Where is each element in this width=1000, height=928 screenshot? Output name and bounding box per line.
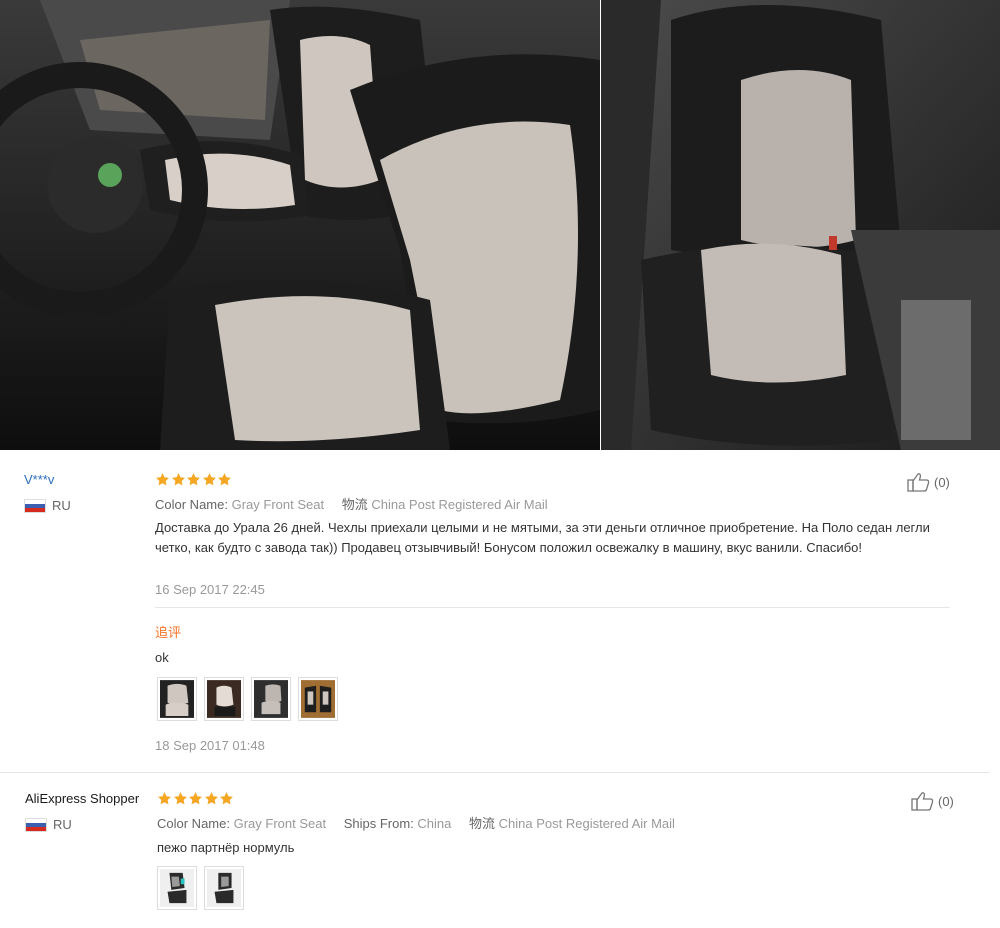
star-rating	[155, 472, 233, 487]
star-rating	[157, 791, 235, 806]
country-code: RU	[52, 498, 71, 513]
star-icon	[157, 791, 172, 806]
attr-logistics: 物流 China Post Registered Air Mail	[469, 816, 675, 831]
thumbs-up-icon	[907, 473, 930, 492]
helpful-button[interactable]: (0)	[911, 791, 954, 811]
review-image-thumb[interactable]	[157, 866, 197, 910]
followup-divider	[155, 607, 950, 608]
car-seat-photo-left[interactable]	[0, 0, 600, 450]
review-image-thumb[interactable]	[157, 677, 197, 721]
followup-images	[157, 677, 345, 721]
review-divider	[0, 772, 990, 773]
attr-color: Color Name: Gray Front Seat	[155, 497, 325, 512]
car-seat-photo-right[interactable]	[601, 0, 1000, 450]
russia-flag-icon	[25, 817, 47, 832]
review-image-thumb[interactable]	[204, 866, 244, 910]
star-icon	[188, 791, 203, 806]
review-image-thumb[interactable]	[251, 677, 291, 721]
star-icon	[155, 472, 170, 487]
star-icon	[202, 472, 217, 487]
star-icon	[219, 791, 234, 806]
thumbs-up-icon	[911, 792, 934, 811]
review-images	[157, 866, 251, 910]
star-icon	[173, 791, 188, 806]
helpful-button[interactable]: (0)	[907, 472, 950, 492]
star-icon	[171, 472, 186, 487]
review-item: AliExpress Shopper RU Color Name: Gray F…	[0, 782, 1000, 922]
review-image-thumb[interactable]	[298, 677, 338, 721]
buyer-country: RU	[24, 498, 71, 513]
followup-date: 18 Sep 2017 01:48	[155, 738, 265, 753]
attr-logistics: 物流 China Post Registered Air Mail	[341, 497, 548, 512]
star-icon	[204, 791, 219, 806]
country-code: RU	[53, 817, 72, 832]
helpful-count: (0)	[934, 474, 950, 490]
review-item: V***v RU Color Name: Gray Front Seat 物流 …	[0, 462, 1000, 762]
buyer-country: RU	[25, 817, 72, 832]
review-photos	[0, 0, 1000, 450]
order-attributes: Color Name: Gray Front Seat 物流 China Pos…	[155, 494, 562, 513]
buyer-name[interactable]: V***v	[24, 472, 54, 487]
russia-flag-icon	[24, 498, 46, 513]
followup-text: ok	[155, 650, 169, 665]
review-date: 16 Sep 2017 22:45	[155, 582, 265, 597]
followup-label: 追评	[155, 625, 182, 640]
attr-ships-from: Ships From: China	[343, 816, 452, 831]
review-text: Доставка до Урала 26 дней. Чехлы приехал…	[155, 520, 930, 555]
review-text: пежо партнёр нормуль	[157, 840, 295, 855]
star-icon	[217, 472, 232, 487]
helpful-count: (0)	[938, 793, 954, 809]
attr-color: Color Name: Gray Front Seat	[157, 816, 327, 831]
buyer-name[interactable]: AliExpress Shopper	[25, 791, 139, 806]
order-attributes: Color Name: Gray Front Seat Ships From: …	[157, 813, 689, 832]
review-image-thumb[interactable]	[204, 677, 244, 721]
star-icon	[186, 472, 201, 487]
